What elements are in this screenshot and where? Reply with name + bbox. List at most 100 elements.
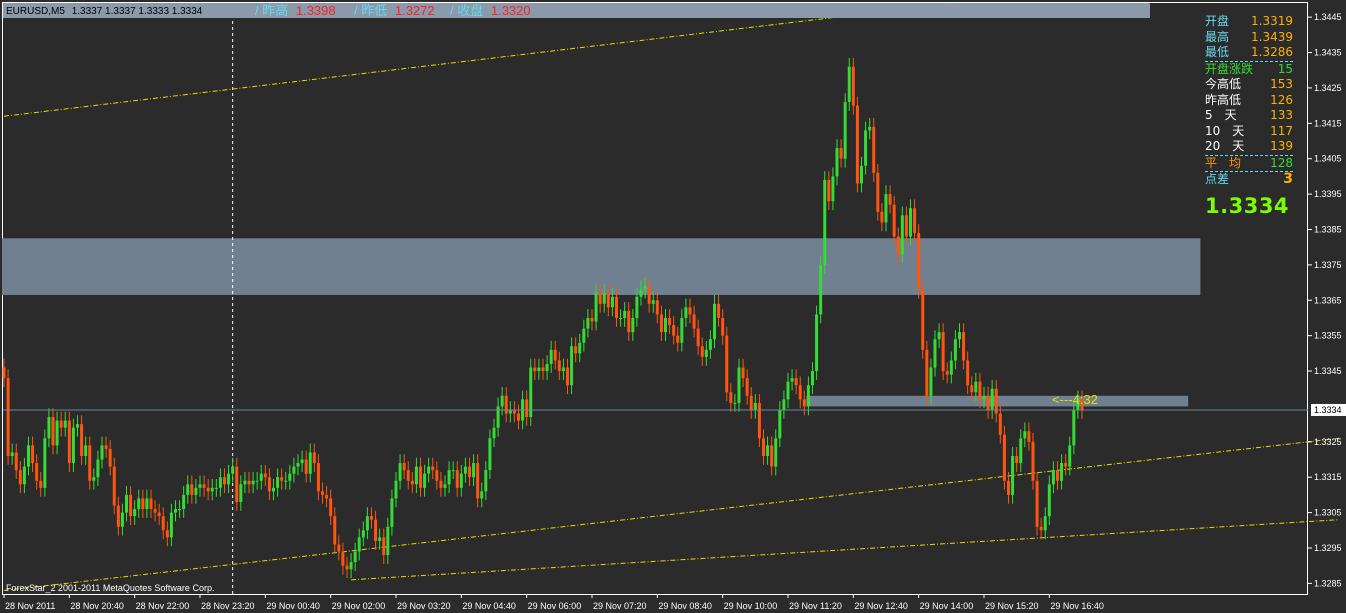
y-tick-label: 1.3305 — [1314, 508, 1342, 518]
stats-value: 1.3439 — [1251, 29, 1293, 44]
candle-body — [71, 427, 75, 464]
candle-body — [974, 381, 978, 393]
chart-symbol-info: EURUSD,M5 1.3337 1.3337 1.3333 1.3334 — [6, 6, 203, 17]
candle-body — [941, 332, 945, 372]
copyright-text: ForexStar_2 2001-2011 MetaQuotes Softwar… — [6, 583, 214, 593]
x-tick-label: 29 Nov 12:40 — [854, 601, 908, 611]
candle-body — [35, 463, 39, 481]
candle-body — [463, 466, 467, 474]
candle-body — [443, 484, 447, 488]
candle-body — [137, 498, 141, 510]
candle-body — [227, 473, 231, 485]
candle-body — [655, 300, 659, 315]
candle-body — [435, 470, 439, 481]
candle-body — [112, 466, 116, 506]
candle-body — [627, 310, 631, 333]
y-tick-label: 1.3445 — [1314, 12, 1342, 22]
candle-body — [823, 179, 827, 265]
candle-body — [998, 413, 1002, 435]
y-tick-label: 1.3295 — [1314, 543, 1342, 553]
candle-body — [84, 445, 88, 456]
candle-body — [329, 498, 333, 517]
candle-body — [357, 537, 361, 552]
candle-body — [198, 484, 202, 488]
candle-body — [684, 307, 688, 318]
candle-body — [729, 392, 733, 403]
candle — [855, 96, 859, 193]
candle-body — [288, 473, 292, 481]
candle-body — [525, 399, 529, 418]
candle-body — [786, 381, 790, 400]
candle-body — [55, 420, 59, 446]
candle-body — [390, 498, 394, 527]
candle-body — [1051, 470, 1055, 485]
candle-body — [913, 208, 917, 234]
stats-row: 昨高低 126 — [1205, 93, 1293, 109]
candle-body — [945, 371, 949, 375]
candle — [43, 429, 47, 497]
candle-body — [476, 463, 480, 499]
candle-body — [619, 317, 623, 319]
candle-body — [1006, 480, 1010, 495]
candle-body — [243, 480, 247, 485]
candle-body — [962, 332, 966, 361]
candle-body — [173, 509, 177, 513]
candle-body — [586, 317, 590, 329]
candle-body — [337, 544, 341, 552]
candle-body — [741, 367, 745, 379]
candle-body — [745, 378, 749, 396]
candle — [815, 305, 819, 380]
candle-body — [333, 516, 337, 545]
candle-body — [414, 466, 418, 485]
stats-row: 点差 3 — [1205, 171, 1293, 188]
candle-body — [43, 438, 47, 488]
candle-body — [210, 487, 214, 492]
stats-label: 20 天 — [1205, 139, 1245, 153]
candle-body — [316, 463, 320, 492]
candle-body — [504, 395, 508, 414]
candle-body — [647, 286, 651, 304]
candle-body — [717, 303, 721, 318]
candle-body — [868, 126, 872, 131]
candle-body — [259, 473, 263, 481]
candle-body — [847, 66, 851, 103]
candle-body — [774, 438, 778, 467]
candle-body — [492, 427, 496, 439]
candle-body — [1043, 516, 1047, 531]
stats-label: 开盘涨跌 — [1205, 61, 1254, 76]
candle-body — [1023, 431, 1027, 439]
candle-body — [312, 452, 316, 464]
candle-body — [263, 473, 267, 478]
candle-body — [239, 484, 243, 502]
candle-body — [1072, 409, 1076, 446]
candle-body — [1039, 526, 1043, 531]
candle-body — [267, 477, 271, 492]
price-chart[interactable]: 1.3445 1.3435 1.3425 1.3415 1.3405 1.3395 1.33… — [0, 0, 1346, 613]
stats-value: 126 — [1270, 92, 1293, 107]
candle-body — [26, 445, 30, 467]
candle-body — [369, 516, 373, 520]
stats-value: 133 — [1270, 108, 1293, 122]
candle-body — [165, 530, 169, 538]
y-tick-label: 1.3285 — [1314, 578, 1342, 588]
candle-body — [361, 530, 365, 538]
stats-label: 点差 — [1205, 172, 1230, 186]
stats-row: 开盘涨跌 15 — [1205, 60, 1293, 78]
stats-value: 15 — [1277, 61, 1293, 76]
candle-body — [663, 317, 667, 333]
candle-body — [937, 332, 941, 340]
candle-body — [921, 289, 925, 350]
candle-body — [276, 477, 280, 488]
stats-row: 10 天 117 — [1205, 124, 1293, 140]
candle-body — [190, 484, 194, 495]
stats-value: 1.3319 — [1251, 14, 1293, 28]
x-tick-label: 29 Nov 08:40 — [658, 601, 712, 611]
candle-body — [888, 194, 892, 205]
stats-label: 开盘 — [1205, 14, 1230, 28]
candle — [1002, 425, 1006, 490]
x-tick-label: 29 Nov 06:00 — [528, 601, 582, 611]
candle-body — [806, 385, 810, 407]
candle-body — [855, 105, 859, 184]
candle-body — [124, 494, 128, 513]
stats-label: 昨高低 — [1205, 92, 1242, 107]
